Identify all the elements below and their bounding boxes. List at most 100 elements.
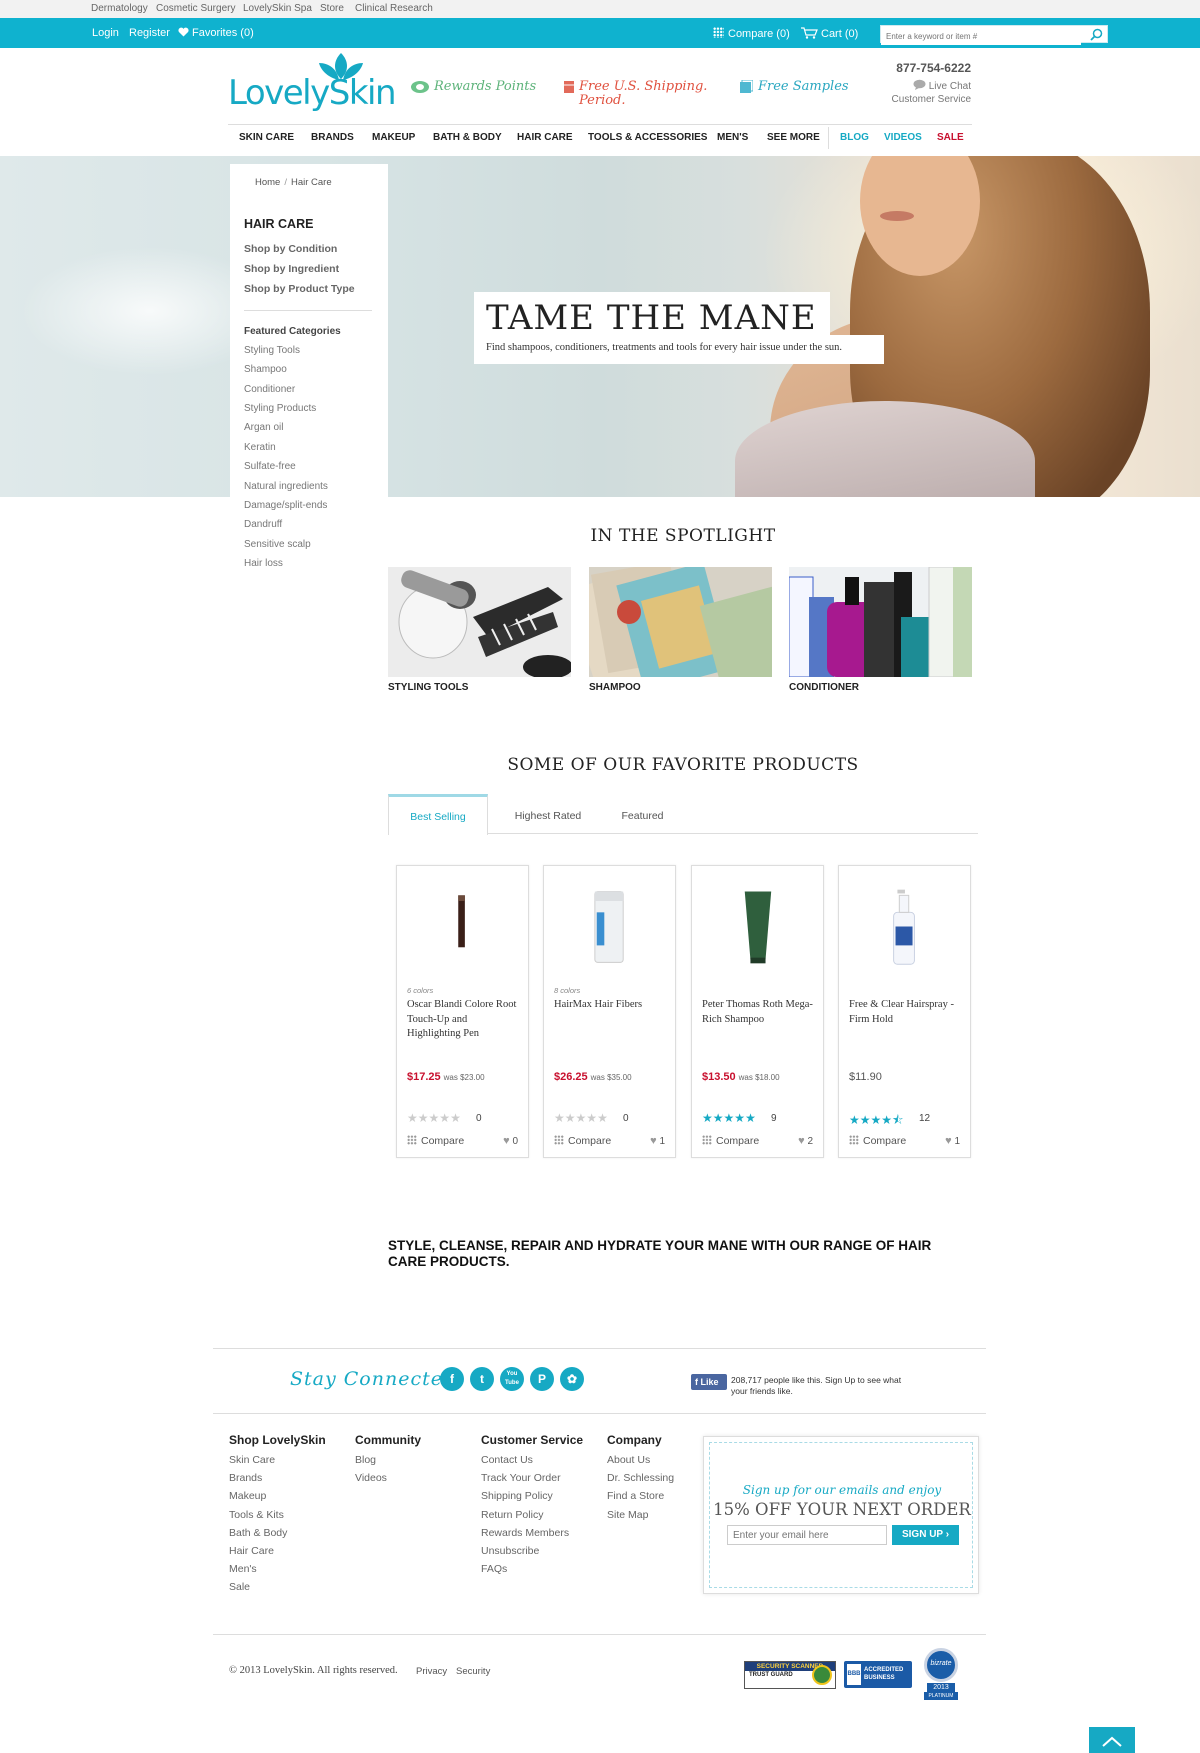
footer-link[interactable]: Return Policy [481,1509,543,1521]
spotlight-styling-tools-label[interactable]: STYLING TOOLS [388,682,468,693]
facebook-like-button[interactable]: f Like [691,1374,727,1390]
tab-featured[interactable]: Featured [600,794,685,834]
nav-blog[interactable]: BLOG [840,132,869,143]
trust-guard-badge[interactable]: SECURITY SCANNED TRUST GUARD [744,1661,836,1689]
nav-brands[interactable]: BRANDS [311,132,354,143]
security-link[interactable]: Security [456,1666,490,1677]
product-name[interactable]: Free & Clear Hairspray - Firm Hold [849,998,964,1027]
sidebar-item-argan-oil[interactable]: Argan oil [244,422,283,433]
product-card[interactable]: Free & Clear Hairspray - Firm Hold $11.90… [838,865,971,1158]
pinterest-icon[interactable]: P [530,1367,554,1391]
footer-link[interactable]: Rewards Members [481,1527,569,1539]
bbb-accredited-badge[interactable]: BBB ACCREDITED BUSINESS [844,1661,912,1688]
twitter-icon[interactable]: t [470,1367,494,1391]
footer-link[interactable]: Skin Care [229,1454,275,1466]
footer-link[interactable]: Shipping Policy [481,1490,553,1502]
product-compare-toggle[interactable]: Compare [702,1135,759,1147]
sidebar-item-keratin[interactable]: Keratin [244,442,276,453]
privacy-link[interactable]: Privacy [416,1666,447,1677]
footer-link[interactable]: Site Map [607,1509,648,1521]
spotlight-shampoo-label[interactable]: SHAMPOO [589,682,641,693]
live-chat-link[interactable]: Live Chat [913,79,971,92]
footer-link[interactable]: Videos [355,1472,387,1484]
util-link-clinical-research[interactable]: Clinical Research [355,3,433,14]
sidebar-item-damage[interactable]: Damage/split-ends [244,500,327,511]
footer-link[interactable]: FAQs [481,1563,507,1575]
tab-best-selling[interactable]: Best Selling [388,794,488,835]
util-link-cosmetic-surgery[interactable]: Cosmetic Surgery [156,3,235,14]
product-compare-toggle[interactable]: Compare [849,1135,906,1147]
tab-highest-rated[interactable]: Highest Rated [498,794,598,834]
sidebar-item-natural-ingredients[interactable]: Natural ingredients [244,481,328,492]
product-compare-toggle[interactable]: Compare [554,1135,611,1147]
product-favorite-toggle[interactable]: ♥ 1 [945,1135,960,1147]
util-link-dermatology[interactable]: Dermatology [91,3,148,14]
signup-button[interactable]: SIGN UP › [892,1525,959,1545]
util-link-spa[interactable]: LovelySkin Spa [243,3,312,14]
facebook-icon[interactable]: f [440,1367,464,1391]
product-card[interactable]: 6 colors Oscar Blandi Colore Root Touch-U… [396,865,529,1158]
product-favorite-toggle[interactable]: ♥ 1 [650,1135,665,1147]
footer-link[interactable]: Blog [355,1454,376,1466]
email-signup-input[interactable] [727,1525,887,1545]
favorites-link[interactable]: Favorites (0) [178,27,254,39]
breadcrumb-home[interactable]: Home [255,177,280,188]
sidebar-item-styling-tools[interactable]: Styling Tools [244,345,300,356]
cart-link[interactable]: Cart (0) [801,27,858,40]
bizrate-badge[interactable]: bizrate 2013 PLATINUM [924,1648,958,1702]
shop-by-condition[interactable]: Shop by Condition [244,243,337,255]
product-card[interactable]: 8 colors HairMax Hair Fibers $26.25 was $35… [543,865,676,1158]
product-card[interactable]: Peter Thomas Roth Mega-Rich Shampoo $13.5… [691,865,824,1158]
login-link[interactable]: Login [92,27,119,39]
compare-link[interactable]: Compare (0) [713,27,790,40]
nav-sale[interactable]: SALE [937,132,964,143]
product-name[interactable]: Peter Thomas Roth Mega-Rich Shampoo [702,998,817,1027]
customer-service-link[interactable]: Customer Service [892,94,971,105]
nav-videos[interactable]: VIDEOS [884,132,922,143]
spotlight-shampoo-image[interactable] [589,567,772,677]
footer-link[interactable]: Bath & Body [229,1527,287,1539]
spotlight-styling-tools-image[interactable] [388,567,571,677]
search-icon[interactable] [1090,28,1103,41]
sidebar-item-hair-loss[interactable]: Hair loss [244,558,283,569]
back-to-top-button[interactable] [1089,1727,1135,1753]
register-link[interactable]: Register [129,27,170,39]
lovelyskin-blog-icon[interactable]: ✿ [560,1367,584,1391]
phone-number[interactable]: 877-754-6222 [896,61,971,75]
sidebar-item-shampoo[interactable]: Shampoo [244,364,287,375]
product-favorite-toggle[interactable]: ♥ 0 [503,1135,518,1147]
youtube-icon[interactable]: You Tube [500,1367,524,1391]
product-name[interactable]: HairMax Hair Fibers [554,998,669,1013]
footer-link[interactable]: Sale [229,1581,250,1593]
product-compare-toggle[interactable]: Compare [407,1135,464,1147]
sidebar-item-styling-products[interactable]: Styling Products [244,403,316,414]
footer-link[interactable]: Makeup [229,1490,266,1502]
footer-link[interactable]: Contact Us [481,1454,533,1466]
footer-link[interactable]: Men's [229,1563,257,1575]
nav-see-more[interactable]: SEE MORE [767,132,820,143]
nav-tools-accessories[interactable]: TOOLS & ACCESSORIES [588,132,707,143]
footer-link[interactable]: Tools & Kits [229,1509,284,1521]
footer-link[interactable]: About Us [607,1454,650,1466]
sidebar-item-conditioner[interactable]: Conditioner [244,384,295,395]
footer-link[interactable]: Unsubscribe [481,1545,539,1557]
product-name[interactable]: Oscar Blandi Colore Root Touch-Up and Hi… [407,998,522,1042]
shop-by-product-type[interactable]: Shop by Product Type [244,283,355,295]
footer-link[interactable]: Track Your Order [481,1472,561,1484]
product-favorite-toggle[interactable]: ♥ 2 [798,1135,813,1147]
nav-bath-body[interactable]: BATH & BODY [433,132,502,143]
sidebar-item-sulfate-free[interactable]: Sulfate-free [244,461,296,472]
spotlight-conditioner-image[interactable] [789,567,972,677]
util-link-store[interactable]: Store [320,3,344,14]
footer-link[interactable]: Dr. Schlessing [607,1472,674,1484]
footer-link[interactable]: Find a Store [607,1490,664,1502]
nav-mens[interactable]: MEN'S [717,132,748,143]
footer-link[interactable]: Hair Care [229,1545,274,1557]
nav-skin-care[interactable]: SKIN CARE [239,132,294,143]
search-input[interactable] [881,28,1081,45]
shop-by-ingredient[interactable]: Shop by Ingredient [244,263,339,275]
nav-makeup[interactable]: MAKEUP [372,132,415,143]
footer-link[interactable]: Brands [229,1472,262,1484]
nav-hair-care[interactable]: HAIR CARE [517,132,573,143]
spotlight-conditioner-label[interactable]: CONDITIONER [789,682,859,693]
